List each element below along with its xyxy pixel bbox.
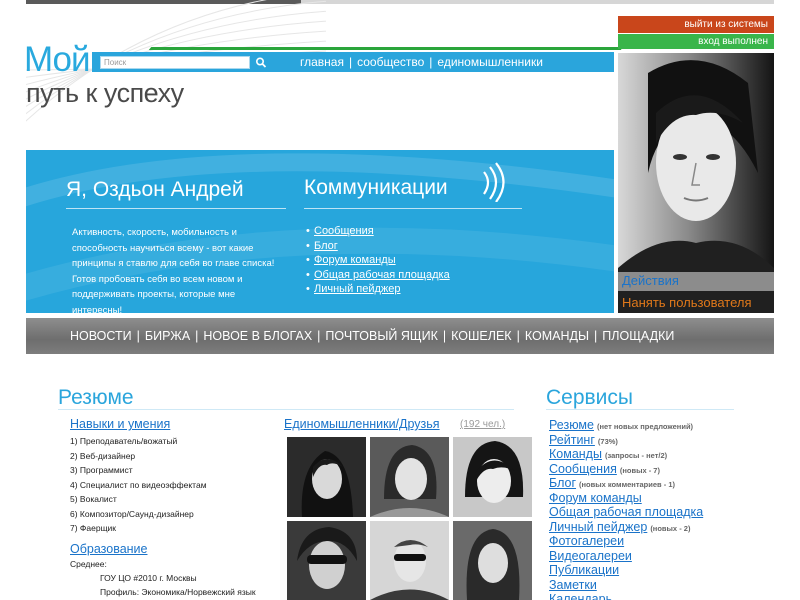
page: { "header": { "logo_title": "Мой", "logo… [0, 0, 800, 600]
list-item: • Сообщения [306, 225, 374, 237]
list-item: Личный пейджер (новых - 2) [549, 520, 703, 535]
list-item: Общая рабочая площадка [549, 505, 703, 520]
service-note: (запросы - нет/2) [604, 451, 668, 460]
service-note: (новых комментариев - 1) [579, 480, 675, 489]
comm-link-team-forum[interactable]: Форум команды [314, 254, 396, 266]
list-item: Заметки [549, 578, 703, 593]
service-calendar[interactable]: Календарь [549, 592, 612, 600]
actions-link[interactable]: Действия [622, 273, 679, 288]
list-item: 6) Композитор/Саунд-дизайнер [70, 508, 194, 519]
nav-mailbox[interactable]: ПОЧТОВЫЙ ЯЩИК [325, 329, 437, 343]
comm-link-pager[interactable]: Личный пейджер [314, 283, 401, 295]
search-input[interactable]: Поиск [100, 56, 250, 69]
list-item: Команды (запросы - нет/2) [549, 447, 703, 462]
logout-button[interactable]: выйти из системы [618, 16, 774, 33]
search-icon[interactable] [253, 55, 269, 70]
friend-photo[interactable] [453, 437, 532, 517]
communications-list: • Сообщения • Блог • Форум команды • Общая р… [306, 224, 450, 297]
logo-subtitle: путь к успеху [26, 78, 184, 108]
education-level: Среднее: [70, 559, 107, 569]
service-video-galleries[interactable]: Видеогалереи [549, 549, 632, 563]
service-note: (73%) [597, 436, 618, 446]
divider [304, 208, 522, 209]
skills-list: 1) Преподаватель/вожатый 2) Веб-дизайнер… [70, 434, 207, 536]
nav-teams[interactable]: КОМАНДЫ [525, 329, 589, 343]
list-item: • Общая рабочая площадка [306, 268, 450, 281]
list-item: Видеогалереи [549, 549, 703, 564]
education-link[interactable]: Образование [70, 542, 147, 556]
service-photo-galleries[interactable]: Фотогалереи [549, 534, 624, 548]
search-placeholder: Поиск [104, 58, 127, 67]
list-item: Блог (новых комментариев - 1) [549, 476, 703, 491]
nav-home[interactable]: главная [300, 55, 344, 69]
education-profile: Профиль: Экономика/Норвежский язык [100, 587, 256, 597]
list-item: Рейтинг (73%) [549, 433, 703, 448]
list-item: Сообщения (новых - 7) [549, 462, 703, 477]
divider [58, 409, 514, 410]
comm-link-blog[interactable]: Блог [314, 240, 338, 252]
list-item: • Форум команды [306, 254, 396, 266]
list-item: • Блог [306, 239, 338, 252]
education-school: ГОУ ЦО #2010 г. Москвы [100, 573, 197, 583]
service-team-forum[interactable]: Форум команды [549, 491, 642, 505]
friend-photo[interactable] [453, 521, 532, 600]
skills-link[interactable]: Навыки и умения [70, 417, 170, 431]
service-messages[interactable]: Сообщения [549, 462, 617, 476]
main-nav: НОВОСТИ | БИРЖА | НОВОЕ В БЛОГАХ | ПОЧТОВЫЙ ЯЩ… [26, 318, 774, 354]
list-item: 2) Веб-дизайнер [70, 450, 136, 461]
service-blog[interactable]: Блог [549, 476, 576, 490]
service-teams[interactable]: Команды [549, 447, 602, 461]
communications-title: Коммуникации [304, 176, 448, 199]
list-item: 3) Программист [70, 465, 133, 475]
list-item: • Личный пейджер [306, 283, 401, 295]
nav-wallet[interactable]: КОШЕЛЕК [451, 329, 511, 343]
friend-photo[interactable] [370, 437, 449, 517]
profile-name: Я, Оздьон Андрей [66, 178, 244, 201]
services-list: Резюме (нет новых предложений) Рейтинг (73… [549, 418, 703, 600]
list-item: Фотогалереи [549, 534, 703, 549]
nav-platforms[interactable]: ПЛОЩАДКИ [602, 329, 674, 343]
signal-waves-icon [483, 162, 505, 202]
services-heading: Сервисы [546, 386, 634, 409]
service-notes[interactable]: Заметки [549, 578, 597, 592]
friends-link[interactable]: Единомышленники/Друзья [284, 417, 440, 431]
divider [66, 208, 286, 209]
logo-title[interactable]: Мой [24, 40, 91, 80]
service-resume[interactable]: Резюме [549, 418, 594, 432]
friend-photo[interactable] [370, 521, 449, 600]
list-item: Публикации [549, 563, 703, 578]
list-item: 5) Вокалист [70, 494, 117, 504]
list-item: 4) Специалист по видеоэффектам [70, 479, 207, 490]
list-item: Форум команды [549, 491, 703, 506]
friend-photo[interactable] [287, 521, 366, 600]
list-item: 7) Фаерщик [70, 523, 117, 533]
service-publications[interactable]: Публикации [549, 563, 619, 577]
service-note: (новых - 7) [619, 465, 660, 475]
nav-community[interactable]: сообщество [357, 55, 424, 69]
nav-exchange[interactable]: БИРЖА [145, 329, 190, 343]
nav-news[interactable]: НОВОСТИ [70, 329, 132, 343]
login-status: вход выполнен [618, 34, 774, 49]
profile-bio: Активность, скорость, мобильность и спос… [72, 227, 275, 316]
header-green-stripe [148, 47, 624, 50]
comm-link-workspace[interactable]: Общая рабочая площадка [314, 269, 450, 281]
list-item: Календарь [549, 592, 703, 600]
service-pager[interactable]: Личный пейджер [549, 520, 647, 534]
hire-user-link[interactable]: Нанять пользователя [622, 295, 752, 310]
nav-likeminded[interactable]: единомышленники [437, 55, 543, 69]
nav-new-in-blogs[interactable]: НОВОЕ В БЛОГАХ [203, 329, 312, 343]
resume-heading: Резюме [58, 386, 134, 409]
service-rating[interactable]: Рейтинг [549, 433, 595, 447]
divider [546, 409, 734, 410]
service-workspace[interactable]: Общая рабочая площадка [549, 505, 703, 519]
friends-count[interactable]: (192 чел.) [460, 419, 505, 430]
friend-photo[interactable] [287, 437, 366, 517]
list-item: Резюме (нет новых предложений) [549, 418, 703, 433]
service-note: (нет новых предложений) [596, 422, 694, 431]
service-note: (новых - 2) [650, 523, 691, 533]
list-item: 1) Преподаватель/вожатый [70, 436, 178, 446]
top-nav: главная | сообщество | единомышленники [300, 55, 543, 69]
comm-link-messages[interactable]: Сообщения [314, 225, 374, 237]
